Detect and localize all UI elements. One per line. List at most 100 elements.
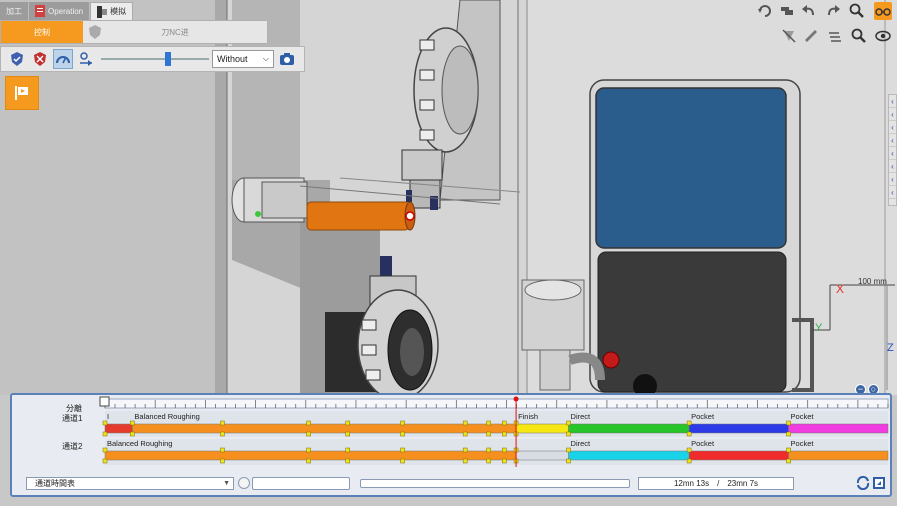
- right-mini-toolbar[interactable]: ‹ ‹ ‹ ‹ ‹ ‹ ‹ ‹: [888, 94, 897, 206]
- channel1-marker: [462, 420, 468, 426]
- channel1-segment: [688, 423, 789, 434]
- collision-button[interactable]: [30, 49, 50, 69]
- simulation-progress-bar[interactable]: [360, 479, 630, 488]
- eye-icon[interactable]: [874, 27, 892, 45]
- strip-chevron-icon[interactable]: ‹: [889, 160, 896, 173]
- total-time: 23mn 7s: [727, 479, 759, 488]
- timeline-start-flag: [99, 396, 110, 407]
- channel1-segment: [788, 423, 889, 434]
- channel1-marker: [566, 431, 571, 437]
- channel1-marker: [220, 431, 225, 437]
- channel1-segment: [568, 423, 690, 434]
- channel2-segment: [104, 450, 517, 461]
- display-mode-select[interactable]: Without ⌵: [212, 50, 274, 68]
- scale-label: 100 mm: [858, 277, 887, 286]
- tab-label: 加工: [6, 6, 22, 16]
- channel2-marker: [400, 458, 405, 464]
- channel1-marker: [306, 420, 311, 426]
- channel2-marker: [220, 447, 225, 453]
- strip-chevron-icon[interactable]: ‹: [889, 186, 896, 199]
- hand-pointer-icon[interactable]: [778, 2, 796, 20]
- channel2-marker: [462, 458, 468, 464]
- channel1-segment-label: Finish: [518, 412, 538, 421]
- channel2-marker: [306, 458, 311, 464]
- zoom-fit-icon[interactable]: [850, 27, 868, 45]
- layers-icon[interactable]: [826, 27, 844, 45]
- channel2-marker: [345, 447, 350, 453]
- simulation-mode-bar: 控制 刀NC进: [0, 20, 268, 44]
- channel2-marker: [566, 447, 571, 453]
- channel2-segment-label: Pocket: [791, 439, 815, 448]
- camera-button[interactable]: [277, 49, 297, 69]
- step-button[interactable]: [76, 49, 96, 69]
- timeline-footer: 通道時間表 ▼ 12mn 13s / 23mn 7s: [14, 475, 886, 492]
- channel-select[interactable]: 通道時間表 ▼: [26, 477, 234, 490]
- channel1-marker: [306, 431, 311, 437]
- tab-machining[interactable]: 加工: [0, 2, 29, 20]
- zoom-icon[interactable]: [238, 477, 250, 489]
- elapsed-time: 12mn 13s: [673, 479, 710, 488]
- channel2-marker: [220, 458, 225, 464]
- channel2-marker: [566, 458, 571, 464]
- shield-check-button[interactable]: [7, 49, 27, 69]
- hide-icon[interactable]: [780, 27, 798, 45]
- control-button[interactable]: 控制: [1, 21, 83, 43]
- channel2-segment: [568, 450, 690, 461]
- channel1-segment-label: Pocket: [691, 412, 715, 421]
- tab-simulation[interactable]: 模拟: [90, 2, 134, 20]
- channel1-segment: [515, 423, 569, 434]
- channel1-segment: [132, 423, 517, 434]
- channel1-marker: [502, 420, 507, 426]
- speed-slider[interactable]: [101, 49, 209, 69]
- playhead-handle: [513, 396, 519, 402]
- channel2-segment-label: Direct: [571, 439, 592, 448]
- channel2-marker: [486, 447, 491, 453]
- strip-chevron-icon[interactable]: ‹: [889, 121, 896, 134]
- x-axis-label: X: [836, 282, 845, 296]
- channel1-marker: [786, 420, 791, 426]
- channel1-marker: [486, 431, 491, 437]
- channel2-segment-label: Pocket: [691, 439, 715, 448]
- strip-chevron-icon[interactable]: ‹: [889, 173, 896, 186]
- speed-mode-button[interactable]: [53, 49, 73, 69]
- channel1-marker: [566, 420, 571, 426]
- channel1-marker: [102, 420, 108, 426]
- channel2-label: 通道2: [62, 442, 83, 451]
- refresh-icon[interactable]: [756, 2, 774, 20]
- zoom-field[interactable]: [252, 477, 350, 490]
- nc-button[interactable]: 刀NC进: [83, 21, 267, 43]
- strip-chevron-icon[interactable]: ‹: [889, 147, 896, 160]
- channel1-marker: [102, 431, 108, 437]
- strip-chevron-icon[interactable]: ‹: [889, 134, 896, 147]
- channel2-marker: [462, 447, 468, 453]
- strip-chevron-icon[interactable]: ‹: [889, 108, 896, 121]
- channel2-marker: [486, 458, 491, 464]
- shield-icon: [89, 25, 101, 39]
- undo-icon[interactable]: [800, 2, 818, 20]
- paint-icon[interactable]: [802, 27, 820, 45]
- channel1-segment: [104, 423, 133, 434]
- channel1-marker: [786, 431, 791, 437]
- channel1-marker: [686, 420, 692, 426]
- strip-chevron-icon[interactable]: ‹: [889, 95, 896, 108]
- channel2-marker: [786, 447, 791, 453]
- sync-icon[interactable]: [856, 475, 870, 491]
- zoom-icon[interactable]: [848, 2, 866, 20]
- redo-icon[interactable]: [824, 2, 842, 20]
- tab-label: Operation: [48, 6, 84, 16]
- channel2-segment: [688, 450, 789, 461]
- simulation-icon: [97, 5, 108, 18]
- slider-thumb[interactable]: [165, 52, 172, 66]
- tab-operation[interactable]: Operation: [29, 2, 91, 20]
- channel1-segment-label: I: [107, 412, 109, 421]
- slider-track: [101, 58, 209, 60]
- channel2-segment-label: Balanced Roughing: [107, 439, 172, 448]
- export-icon[interactable]: [872, 476, 886, 490]
- channel2-marker: [400, 447, 405, 453]
- workspace-tabs: 加工 Operation 模拟: [0, 2, 134, 20]
- control-cabinet: [589, 79, 814, 398]
- channel1-segment-label: Balanced Roughing: [134, 412, 199, 421]
- play-flag-button[interactable]: [5, 76, 39, 110]
- view-glasses-icon[interactable]: [874, 2, 892, 20]
- channel2-marker: [686, 447, 692, 453]
